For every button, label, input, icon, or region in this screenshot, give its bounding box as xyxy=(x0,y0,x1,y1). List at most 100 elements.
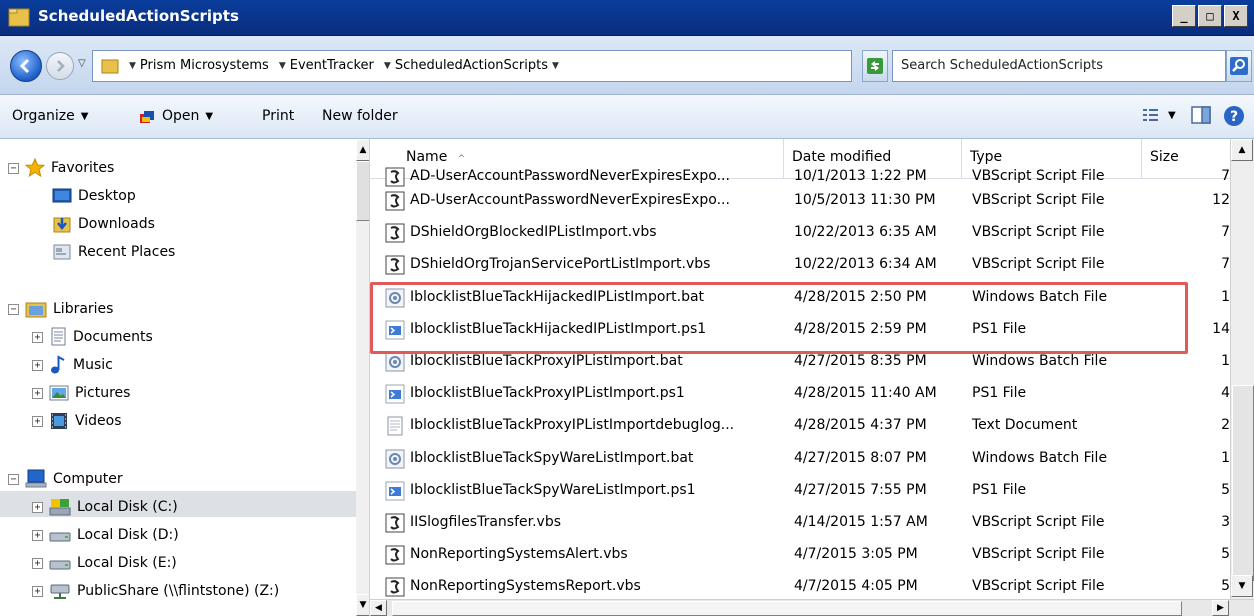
nav-label: Libraries xyxy=(53,301,114,317)
breadcrumb-prism[interactable]: ▼ Prism Microsystems xyxy=(129,58,269,73)
print-button[interactable]: Print xyxy=(262,108,294,124)
expand-icon[interactable]: + xyxy=(32,359,43,371)
nav-recent-places[interactable]: Recent Places xyxy=(52,241,175,263)
file-list-scrollbar[interactable]: ▲ ▼ xyxy=(1230,139,1254,599)
nav-local-disk-e[interactable]: + Local Disk (E:) xyxy=(32,552,177,574)
scroll-left-button[interactable]: ◀ xyxy=(370,600,387,616)
file-name: DShieldOrgTrojanServicePortListImport.vb… xyxy=(410,256,711,273)
maximize-button[interactable]: □ xyxy=(1198,5,1222,27)
breadcrumb-scheduledactionscripts[interactable]: ▼ ScheduledActionScripts ▼ xyxy=(384,58,559,73)
file-name: IblocklistBlueTackProxyIPListImport.bat xyxy=(410,353,683,369)
file-size: 7 xyxy=(1221,168,1230,184)
file-name: IblocklistBlueTackProxyIPListImport.ps1 xyxy=(410,385,685,402)
recent-pages-dropdown[interactable]: ▽ xyxy=(78,58,86,69)
nav-public-share[interactable]: + PublicShare (\\flintstone) (Z:) xyxy=(32,580,279,602)
scroll-down-button[interactable]: ▼ xyxy=(356,594,369,616)
refresh-button[interactable] xyxy=(862,50,888,82)
chevron-down-icon: ▼ xyxy=(552,60,559,71)
file-name: IISlogfilesTransfer.vbs xyxy=(410,514,562,530)
expand-icon[interactable]: + xyxy=(32,501,43,513)
documents-icon xyxy=(51,327,66,346)
nav-documents[interactable]: + Documents xyxy=(32,326,153,348)
chevron-down-icon: ▼ xyxy=(129,60,136,71)
help-button[interactable]: ? xyxy=(1222,104,1246,128)
collapse-icon[interactable]: − xyxy=(8,473,19,485)
scroll-right-button[interactable]: ▶ xyxy=(1212,600,1229,616)
back-button[interactable] xyxy=(10,50,42,82)
file-row[interactable]: NonReportingSystemsAlert.vbs 4/7/2015 3:0… xyxy=(370,539,1230,572)
nav-downloads[interactable]: Downloads xyxy=(52,213,155,235)
file-size: 5 xyxy=(1221,578,1230,595)
horizontal-scroll-thumb[interactable] xyxy=(392,601,1182,616)
desktop-icon xyxy=(52,188,72,203)
nav-label: Documents xyxy=(73,329,153,345)
file-row[interactable]: IblocklistBlueTackSpyWareListImport.ps1 4… xyxy=(370,475,1230,508)
file-name: AD-UserAccountPasswordNeverExpiresExpo..… xyxy=(410,168,730,184)
breadcrumb-label: EventTracker xyxy=(289,58,374,73)
scroll-up-button[interactable]: ▲ xyxy=(1231,139,1253,161)
file-type: Windows Batch File xyxy=(972,353,1108,369)
expand-icon[interactable]: + xyxy=(32,557,43,569)
batch-file-icon xyxy=(384,351,406,373)
expand-icon[interactable]: + xyxy=(32,387,43,399)
nav-pictures[interactable]: + Pictures xyxy=(32,382,130,404)
vbscript-file-icon xyxy=(384,222,406,244)
file-size: 4 xyxy=(1221,385,1230,402)
preview-pane-icon xyxy=(1191,106,1211,124)
file-date: 4/28/2015 11:40 AM xyxy=(794,385,937,402)
nav-computer[interactable]: − Computer xyxy=(8,468,123,490)
address-row: ▽ ▼ Prism Microsystems ▼ EventTracker ▼ … xyxy=(0,36,1254,95)
expand-icon[interactable]: + xyxy=(32,415,43,427)
organize-label: Organize xyxy=(12,108,75,124)
file-row[interactable]: DShieldOrgBlockedIPListImport.vbs 10/22/2… xyxy=(370,217,1230,250)
nav-local-disk-d[interactable]: + Local Disk (D:) xyxy=(32,524,179,546)
nav-scroll-thumb[interactable] xyxy=(356,161,369,221)
file-date: 4/7/2015 4:05 PM xyxy=(794,578,918,595)
address-bar[interactable]: ▼ Prism Microsystems ▼ EventTracker ▼ Sc… xyxy=(92,50,923,82)
file-row[interactable]: IblocklistBlueTackProxyIPListImport.ps1 4… xyxy=(370,378,1230,411)
breadcrumb-label: ScheduledActionScripts xyxy=(394,58,548,73)
nav-videos[interactable]: + Videos xyxy=(32,410,122,432)
nav-desktop[interactable]: Desktop xyxy=(52,185,136,207)
forward-button[interactable] xyxy=(46,52,74,80)
nav-label: Local Disk (D:) xyxy=(77,527,179,543)
title-bar: ScheduledActionScripts _ □ X xyxy=(0,0,1254,36)
breadcrumb-eventtracker[interactable]: ▼ EventTracker xyxy=(279,58,374,73)
nav-scrollbar[interactable]: ▲ ▼ xyxy=(356,139,369,616)
file-name: NonReportingSystemsAlert.vbs xyxy=(410,546,628,563)
nav-local-disk-c[interactable]: + Local Disk (C:) xyxy=(32,496,178,518)
close-button[interactable]: X xyxy=(1224,5,1248,27)
file-row[interactable]: IblocklistBlueTackProxyIPListImportdebug… xyxy=(370,410,1230,443)
new-folder-label: New folder xyxy=(322,108,398,124)
expand-icon[interactable]: + xyxy=(32,585,43,597)
open-button[interactable]: Open ▼ xyxy=(138,108,213,124)
minimize-button[interactable]: _ xyxy=(1172,5,1196,27)
nav-libraries[interactable]: − Libraries xyxy=(8,298,113,320)
text-document-icon xyxy=(384,415,406,437)
collapse-icon[interactable]: − xyxy=(8,303,19,315)
nav-favorites[interactable]: − Favorites xyxy=(8,157,114,179)
file-row[interactable]: IISlogfilesTransfer.vbs 4/14/2015 1:57 AM… xyxy=(370,507,1230,540)
scroll-up-button[interactable]: ▲ xyxy=(356,139,369,161)
new-folder-button[interactable]: New folder xyxy=(322,108,398,124)
file-date: 4/14/2015 1:57 AM xyxy=(794,514,928,530)
organize-menu[interactable]: Organize ▼ xyxy=(12,108,88,124)
file-row[interactable]: IblocklistBlueTackSpyWareListImport.bat 4… xyxy=(370,443,1230,476)
search-input[interactable]: Search ScheduledActionScripts xyxy=(892,50,1226,82)
chevron-down-icon: ▼ xyxy=(383,60,391,71)
collapse-icon[interactable]: − xyxy=(8,162,19,174)
view-options-button[interactable]: ▼ xyxy=(1140,104,1176,126)
scroll-down-button[interactable]: ▼ xyxy=(1231,575,1253,597)
scroll-thumb[interactable] xyxy=(1232,385,1254,581)
expand-icon[interactable]: + xyxy=(32,331,43,343)
preview-pane-button[interactable] xyxy=(1190,104,1212,126)
file-row[interactable]: DShieldOrgTrojanServicePortListImport.vb… xyxy=(370,249,1230,282)
nav-music[interactable]: + Music xyxy=(32,354,113,376)
file-list-pane: Name ^ Date modified Type Size AD-UserAc… xyxy=(370,139,1254,616)
file-name: AD-UserAccountPasswordNeverExpiresExpo..… xyxy=(410,192,730,208)
expand-icon[interactable]: + xyxy=(32,529,43,541)
horizontal-scrollbar[interactable]: ◀ ▶ xyxy=(370,599,1254,616)
file-row[interactable]: AD-UserAccountPasswordNeverExpiresExpo..… xyxy=(370,185,1230,218)
search-button[interactable] xyxy=(1226,50,1252,82)
file-date: 4/27/2015 7:55 PM xyxy=(794,481,927,498)
